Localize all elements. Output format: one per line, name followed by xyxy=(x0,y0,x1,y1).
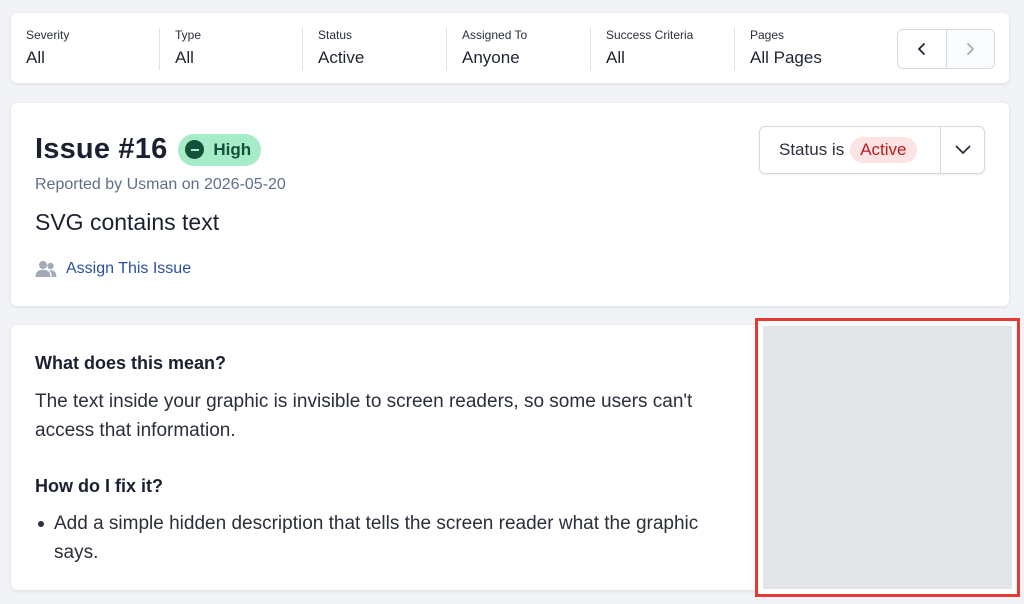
filter-pages[interactable]: Pages All Pages xyxy=(734,28,884,70)
status-badge: Active xyxy=(850,137,917,163)
fix-list: Add a simple hidden description that tel… xyxy=(35,509,725,567)
issue-summary: SVG contains text xyxy=(35,209,220,235)
chevron-right-icon xyxy=(967,43,975,55)
chevron-down-icon xyxy=(955,145,970,154)
filter-value: All xyxy=(26,48,45,67)
meaning-body: The text inside your graphic is invisibl… xyxy=(35,391,693,441)
previous-page-button[interactable] xyxy=(898,30,946,68)
reported-by: Reported by Usman on 2026-05-20 xyxy=(35,176,286,193)
fix-heading: How do I fix it? xyxy=(35,476,163,496)
issue-title: Issue #16 xyxy=(35,133,168,165)
element-preview-placeholder xyxy=(763,326,1012,589)
severity-label: High xyxy=(213,139,252,159)
list-item: Add a simple hidden description that tel… xyxy=(35,509,725,567)
filter-value: Anyone xyxy=(462,48,520,67)
filter-value: All Pages xyxy=(750,48,822,67)
users-icon xyxy=(35,261,57,277)
severity-badge: High xyxy=(178,133,262,166)
status-prefix: Status is xyxy=(779,140,845,159)
filter-type[interactable]: Type All xyxy=(159,28,302,70)
filter-label: Pages xyxy=(750,28,785,42)
assign-issue-link[interactable]: Assign This Issue xyxy=(35,260,191,278)
issue-header-card: Issue #16 High Reported by Usman on 2026… xyxy=(11,103,1009,306)
highlighted-element-preview xyxy=(755,318,1020,597)
minus-circle-icon xyxy=(185,140,205,159)
pager xyxy=(897,29,995,69)
filter-label: Assigned To xyxy=(462,28,528,42)
bullet xyxy=(38,521,44,527)
chevron-left-icon xyxy=(918,43,925,55)
status-button[interactable]: Status is Active xyxy=(760,127,940,173)
issue-details-card: What does this mean? The text inside you… xyxy=(11,318,1020,597)
filter-label: Severity xyxy=(26,28,70,42)
filter-bar: Severity All Type All Status Active Assi… xyxy=(11,13,1009,83)
filter-status[interactable]: Status Active xyxy=(302,28,446,70)
status-dropdown-toggle[interactable] xyxy=(940,127,984,173)
filter-value: Active xyxy=(318,48,365,67)
filter-label: Status xyxy=(318,28,353,42)
filter-value: All xyxy=(175,48,194,67)
filter-assigned-to[interactable]: Assigned To Anyone xyxy=(446,28,590,70)
next-page-button[interactable] xyxy=(945,30,994,68)
filter-severity[interactable]: Severity All xyxy=(11,28,159,70)
assign-issue-label: Assign This Issue xyxy=(66,260,192,277)
fix-item-text: Add a simple hidden description that tel… xyxy=(54,513,699,563)
status-control: Status is Active xyxy=(759,126,985,174)
issue-title-row: Issue #16 High xyxy=(35,133,262,166)
filter-success-criteria[interactable]: Success Criteria All xyxy=(590,28,734,70)
filter-label: Type xyxy=(175,28,202,42)
filter-label: Success Criteria xyxy=(606,28,694,42)
filter-value: All xyxy=(606,48,625,67)
meaning-heading: What does this mean? xyxy=(35,353,227,373)
